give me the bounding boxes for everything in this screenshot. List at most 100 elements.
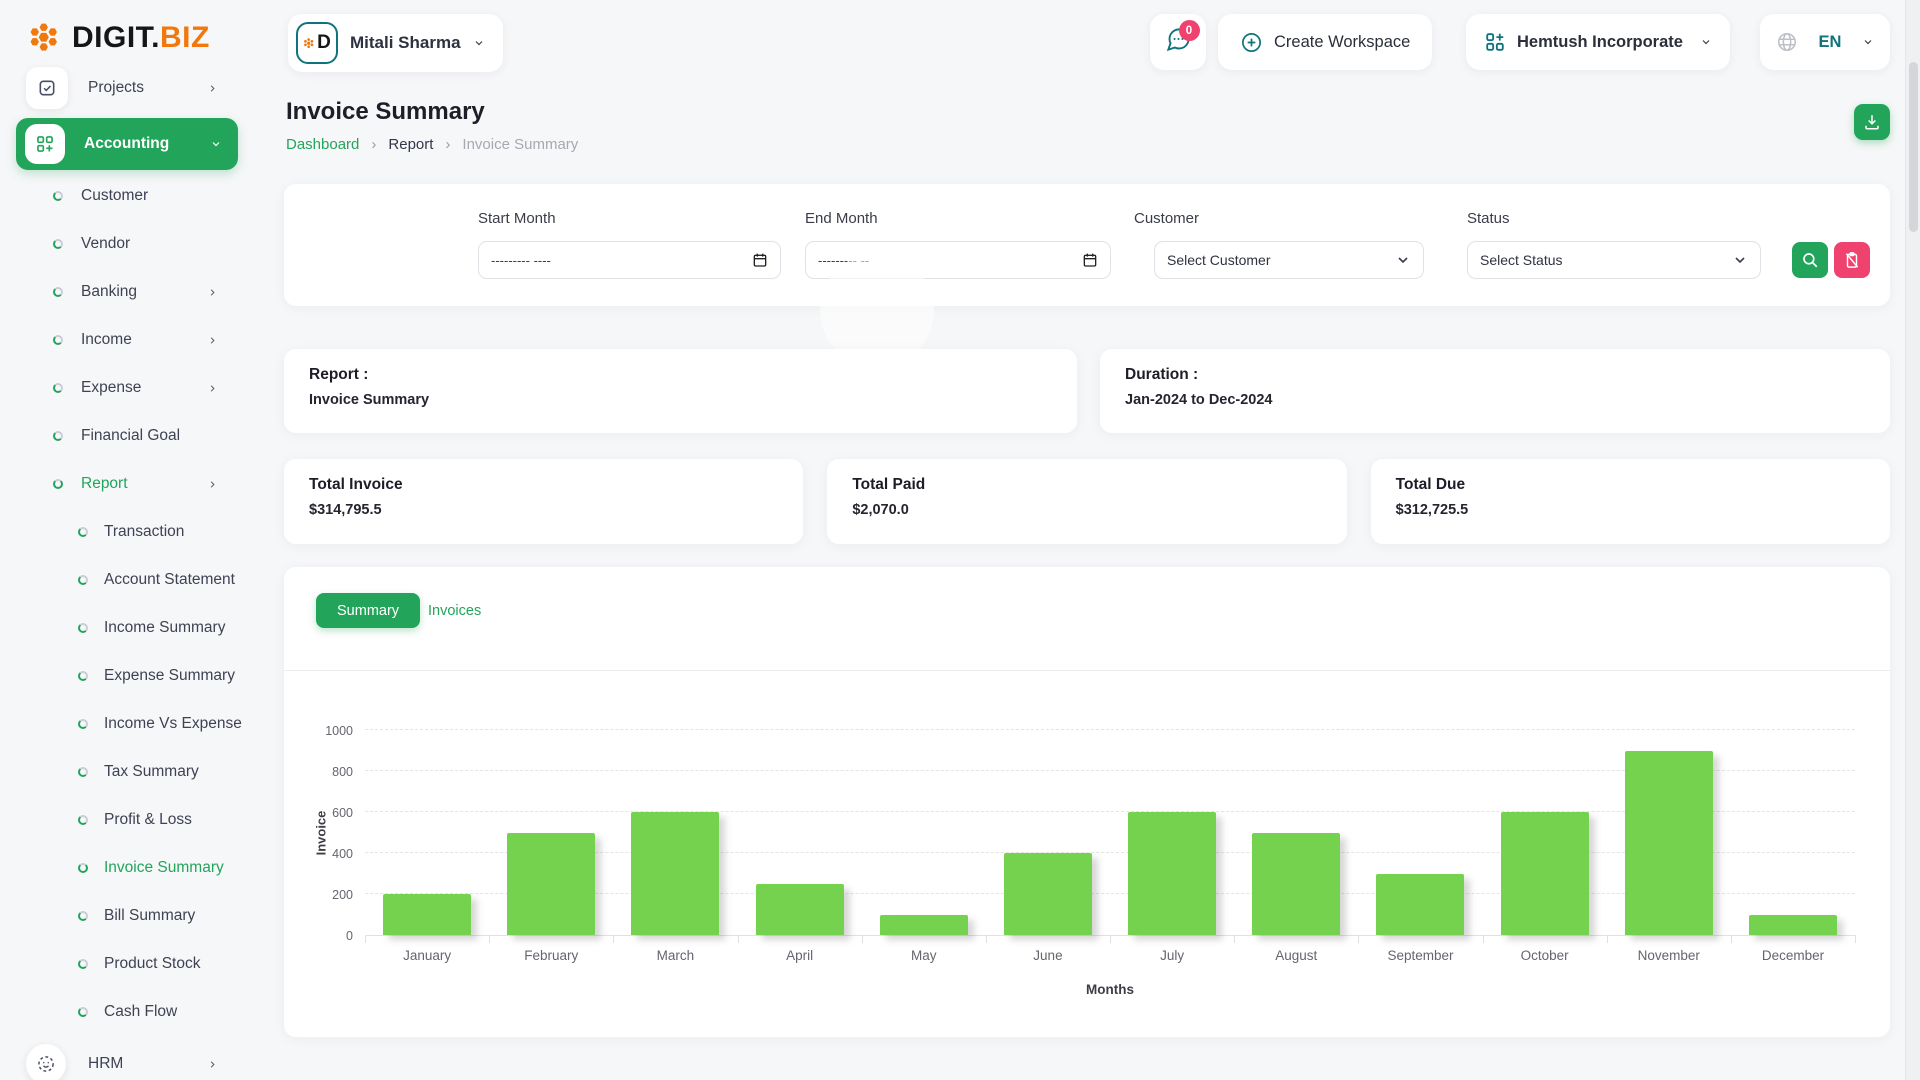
- bullet-ring-icon: [78, 767, 88, 777]
- x-axis-title: Months: [1086, 982, 1134, 997]
- x-axis-tick: [861, 935, 863, 943]
- bar-slot-may: [862, 731, 986, 935]
- breadcrumb-item-dashboard[interactable]: Dashboard: [286, 136, 359, 153]
- download-button[interactable]: [1854, 104, 1890, 140]
- sidebar-item-income-summary[interactable]: Income Summary: [0, 604, 256, 652]
- sidebar-item-accounting[interactable]: Accounting: [16, 118, 238, 170]
- user-workspace-selector[interactable]: D Mitali Sharma: [288, 14, 503, 72]
- chevron-down-icon: [475, 41, 482, 46]
- x-label-february: February: [524, 948, 579, 963]
- sidebar-item-vendor[interactable]: Vendor: [0, 220, 256, 268]
- sidebar-item-invoice-summary[interactable]: Invoice Summary: [0, 844, 256, 892]
- sidebar-item-transaction[interactable]: Transaction: [0, 508, 256, 556]
- report-submenu: Transaction Account Statement Income Summa…: [0, 508, 256, 1036]
- sidebar-item-expense[interactable]: Expense: [0, 364, 256, 412]
- sidebar-item-hrm[interactable]: HRM: [0, 1040, 256, 1080]
- language-selector[interactable]: EN: [1760, 14, 1890, 70]
- avatar-letter: D: [317, 32, 331, 53]
- sidebar-item-income[interactable]: Income: [0, 316, 256, 364]
- breadcrumb-separator: ›: [371, 136, 377, 153]
- total-value: $314,795.5: [309, 502, 382, 518]
- bar-slot-november: [1607, 731, 1731, 935]
- page-scrollbar-track[interactable]: [1905, 0, 1920, 1080]
- search-button[interactable]: [1792, 242, 1828, 278]
- report-label: Report :: [309, 366, 369, 383]
- tab-invoices[interactable]: Invoices: [424, 593, 485, 628]
- bullet-ring-icon: [78, 863, 88, 873]
- sidebar-item-report[interactable]: Report: [0, 460, 256, 508]
- bar-august: [1252, 832, 1341, 935]
- total-label: Total Paid: [852, 476, 926, 493]
- sidebar-item-expense-summary[interactable]: Expense Summary: [0, 652, 256, 700]
- x-axis-tick: [1110, 935, 1111, 943]
- sidebar-item-label: Transaction: [104, 523, 185, 540]
- hrm-icon: [26, 1044, 66, 1080]
- total-card-total-invoice: Total Invoice $314,795.5: [284, 459, 804, 544]
- duration-label: Duration :: [1125, 366, 1199, 383]
- x-label-december: December: [1761, 948, 1825, 963]
- total-value: $312,725.5: [1395, 502, 1469, 518]
- start-month-label: Start Month: [478, 210, 556, 227]
- calendar-icon: [1083, 253, 1097, 267]
- customer-select[interactable]: Select Customer: [1154, 241, 1424, 279]
- duration-info-card: Duration : Jan-2024 to Dec-2024: [1100, 349, 1890, 433]
- sidebar-item-profit-loss[interactable]: Profit & Loss: [0, 796, 256, 844]
- sidebar-item-product-stock[interactable]: Product Stock: [0, 940, 256, 988]
- sidebar-item-cash-flow[interactable]: Cash Flow: [0, 988, 256, 1036]
- chat-button[interactable]: 0: [1150, 14, 1206, 70]
- bar-may: [879, 914, 968, 935]
- bar-april: [755, 883, 844, 935]
- sidebar-item-bill-summary[interactable]: Bill Summary: [0, 892, 256, 940]
- breadcrumb-separator: ›: [445, 136, 451, 153]
- brand-hexagon-icon: [28, 20, 64, 56]
- sidebar-item-customer[interactable]: Customer: [0, 172, 256, 220]
- bar-slot-april: [738, 731, 862, 935]
- tab-summary[interactable]: Summary: [316, 593, 421, 628]
- bullet-ring-icon: [53, 239, 63, 249]
- sidebar-item-income-vs-expense[interactable]: Income Vs Expense: [0, 700, 256, 748]
- accounting-submenu: Customer Vendor Banking Income Expense Financ…: [0, 172, 256, 508]
- x-axis-tick: [1234, 935, 1236, 943]
- total-label: Total Invoice: [309, 476, 403, 493]
- x-axis-tick: [1606, 935, 1608, 943]
- bullet-ring-icon: [78, 959, 88, 969]
- breadcrumb: Dashboard › Report › Invoice Summary: [286, 136, 578, 153]
- chevron-down-icon: [1702, 40, 1710, 45]
- sidebar-item-label: Account Statement: [104, 571, 235, 588]
- total-value: $2,070.0: [852, 502, 909, 518]
- report-info-card: Report : Invoice Summary: [284, 349, 1077, 433]
- calendar-icon: [753, 253, 767, 267]
- bar-slot-august: [1234, 731, 1358, 935]
- sidebar-item-financial-goal[interactable]: Financial Goal: [0, 412, 256, 460]
- sidebar-item-projects[interactable]: Projects: [0, 64, 256, 112]
- status-label: Status: [1467, 210, 1510, 227]
- chart-card: Summary Invoices 0 200 400 600 800 1000 Invoice…: [284, 567, 1890, 1037]
- page-scrollbar-thumb[interactable]: [1909, 62, 1918, 232]
- brand-logo[interactable]: DIGIT.BIZ: [28, 20, 210, 56]
- sidebar-item-tax-summary[interactable]: Tax Summary: [0, 748, 256, 796]
- start-month-input[interactable]: --------- ----: [478, 241, 781, 279]
- x-axis-tick: [1358, 935, 1360, 943]
- sidebar-item-banking[interactable]: Banking: [0, 268, 256, 316]
- chevron-right-icon: [210, 1060, 215, 1068]
- sidebar-item-label: Vendor: [81, 235, 131, 252]
- sidebar-item-account-statement[interactable]: Account Statement: [0, 556, 256, 604]
- filter-card: Start Month --------- ---- End Month ---…: [284, 184, 1890, 306]
- chat-badge: 0: [1178, 20, 1200, 41]
- x-axis-tick: [985, 935, 987, 943]
- bullet-ring-icon: [53, 287, 63, 297]
- breadcrumb-item-report[interactable]: Report: [388, 136, 433, 153]
- end-month-input[interactable]: --------- --: [805, 241, 1111, 279]
- user-name: Mitali Sharma: [350, 33, 461, 52]
- accounting-grid-icon: [25, 124, 65, 164]
- sidebar-item-label: Invoice Summary: [104, 859, 224, 876]
- sidebar-item-label: Expense: [81, 379, 142, 396]
- sidebar-item-label: Expense Summary: [104, 667, 235, 684]
- bar-slot-october: [1483, 731, 1607, 935]
- bullet-ring-icon: [53, 383, 63, 393]
- reset-filters-button[interactable]: [1834, 242, 1870, 278]
- status-select[interactable]: Select Status: [1467, 241, 1761, 279]
- create-workspace-button[interactable]: Create Workspace: [1218, 14, 1433, 70]
- chevron-right-icon: [210, 480, 215, 488]
- company-selector[interactable]: Hemtush Incorporate: [1466, 14, 1730, 70]
